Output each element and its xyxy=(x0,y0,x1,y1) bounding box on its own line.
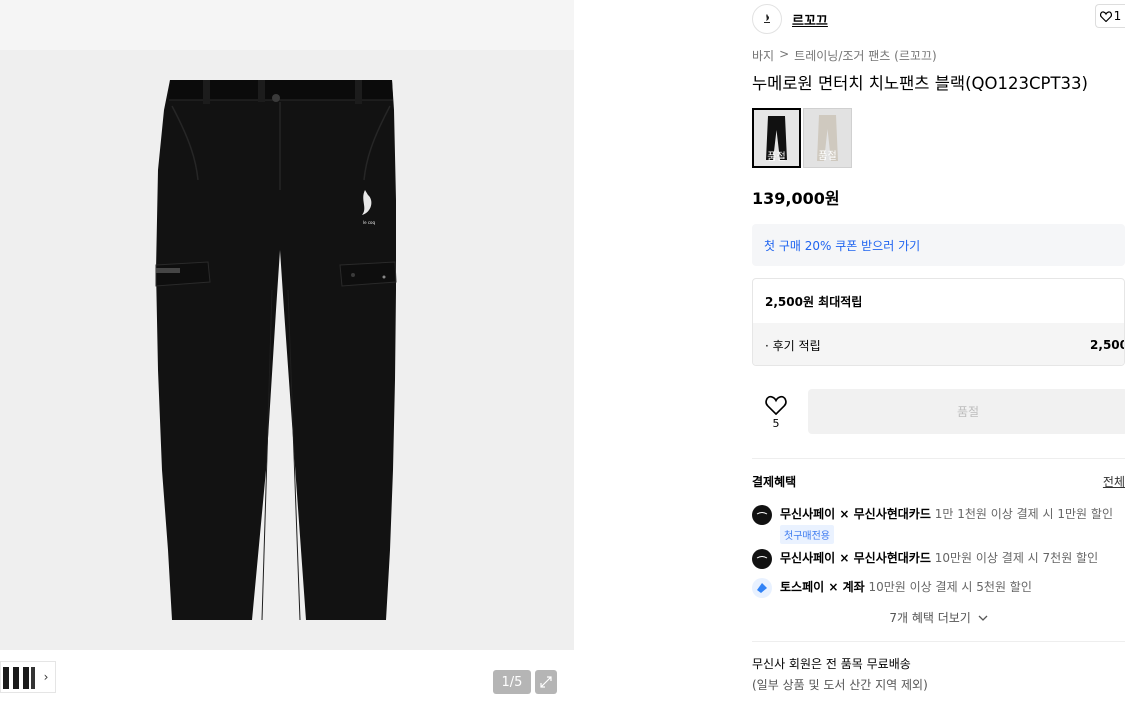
product-like-count: 5 xyxy=(772,416,780,430)
free-shipping-text: 무신사 회원은 전 품목 무료배송 xyxy=(752,657,911,671)
brand-name-link[interactable]: 르꼬끄 xyxy=(792,10,828,29)
points-max: 2,500원 최대적립 xyxy=(765,294,863,309)
review-points-row: · 후기 적립 2,500 xyxy=(753,323,1125,365)
product-like-button[interactable]: 5 xyxy=(752,388,800,436)
benefit-item: 토스페이 × 계좌 10만원 이상 결제 시 5천원 할인 xyxy=(752,578,1125,598)
review-points-value: 2,500 xyxy=(1090,338,1125,352)
toss-icon xyxy=(752,578,772,598)
shipping-exception-text: (일부 상품 및 도서 산간 지역 제외) xyxy=(752,678,928,692)
product-info-panel: 르꼬끄 1 바지 > 트레이닝/조거 팬츠 (르꼬끄) 누메로원 면터치 치노팬… xyxy=(736,0,1125,703)
more-benefits-button[interactable]: 7개 혜택 더보기 xyxy=(752,609,1125,626)
musinsa-card-icon xyxy=(752,505,772,525)
first-purchase-coupon-banner[interactable]: 첫 구매 20% 쿠폰 받으러 가기 xyxy=(752,224,1125,266)
swatch-black[interactable]: 품절 xyxy=(752,108,801,168)
swatch-soldout-label: 품절 xyxy=(818,151,837,162)
breadcrumb-separator: > xyxy=(779,47,790,61)
payment-benefits-header: 결제혜택 전체 xyxy=(752,473,1125,490)
brand-like-button[interactable]: 1 xyxy=(1095,4,1125,28)
expand-icon[interactable] xyxy=(535,670,557,694)
breadcrumb-subcategory[interactable]: 트레이닝/조거 팬츠 (르꼬끄) xyxy=(794,47,936,64)
review-points-label: · 후기 적립 xyxy=(765,338,821,353)
benefit-item: 무신사페이 × 무신사현대카드 10만원 이상 결제 시 7천원 할인 xyxy=(752,549,1125,569)
color-swatches: 품절 품절 xyxy=(752,108,852,168)
benefit-desc: 1만 1천원 이상 결제 시 1만원 할인 xyxy=(930,507,1113,521)
musinsa-card-icon xyxy=(752,549,772,569)
divider xyxy=(752,458,1125,459)
benefit-brand: 무신사페이 × 무신사현대카드 xyxy=(780,507,931,521)
chevron-down-icon xyxy=(978,615,988,621)
breadcrumb-category[interactable]: 바지 xyxy=(752,47,774,64)
gallery-top-band xyxy=(0,0,574,50)
product-price: 139,000원 xyxy=(752,189,840,208)
chevron-right-icon[interactable]: › xyxy=(37,670,55,684)
soldout-button[interactable]: 품절 xyxy=(808,389,1125,434)
benefit-brand: 토스페이 × 계좌 xyxy=(780,580,865,594)
swatch-soldout-label: 품절 xyxy=(767,152,786,163)
benefit-desc: 10만원 이상 결제 시 7천원 할인 xyxy=(930,551,1099,565)
payment-benefits-all-link[interactable]: 전체 xyxy=(1103,473,1125,490)
thumbnail-image[interactable] xyxy=(1,663,37,691)
benefit-item: 무신사페이 × 무신사현대카드 1만 1천원 이상 결제 시 1만원 할인 첫구… xyxy=(752,505,1125,544)
benefit-desc: 10만원 이상 결제 시 5천원 할인 xyxy=(864,580,1032,594)
heart-icon xyxy=(765,395,787,415)
brand-like-count: 1 xyxy=(1113,9,1122,23)
breadcrumb: 바지 > 트레이닝/조거 팬츠 (르꼬끄) xyxy=(752,47,937,64)
points-box: 2,500원 최대적립 · 후기 적립 2,500 xyxy=(752,278,1125,366)
benefit-brand: 무신사페이 × 무신사현대카드 xyxy=(780,551,931,565)
thumbnail-strip[interactable]: › xyxy=(0,661,56,693)
swatch-beige[interactable]: 품절 xyxy=(803,108,852,168)
product-gallery: le coq › 1/5 xyxy=(0,0,574,703)
image-pager: 1/5 xyxy=(493,670,531,694)
divider xyxy=(752,641,1125,642)
first-purchase-chip: 첫구매전용 xyxy=(780,525,834,544)
payment-benefits-title: 결제혜택 xyxy=(752,475,797,489)
coupon-text: 첫 구매 20% 쿠폰 받으러 가기 xyxy=(764,238,921,253)
svg-text:le coq: le coq xyxy=(363,220,375,225)
main-product-image[interactable]: le coq xyxy=(0,50,574,650)
brand-row: 르꼬끄 xyxy=(752,4,1125,34)
purchase-action-row: 5 품절 xyxy=(752,388,1125,436)
heart-icon xyxy=(1099,10,1112,22)
more-benefits-label: 7개 혜택 더보기 xyxy=(889,611,971,625)
brand-logo[interactable] xyxy=(752,4,782,34)
product-title: 누메로원 면터치 치노팬츠 블랙(QO123CPT33) xyxy=(752,74,1088,93)
